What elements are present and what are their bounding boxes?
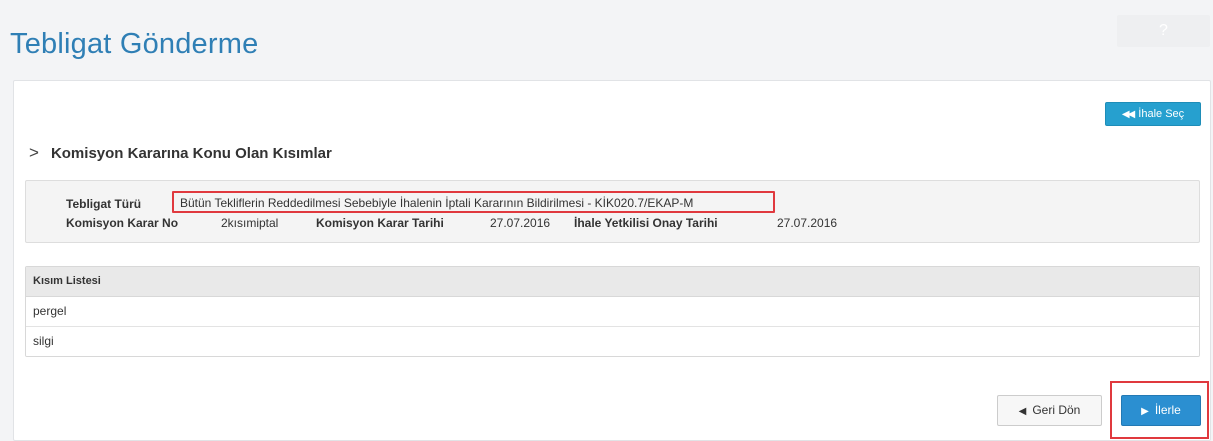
ilerle-label: İlerle [1154, 403, 1181, 417]
geri-don-button[interactable]: ◀ Geri Dön [997, 395, 1102, 426]
kisim-listesi-header: Kısım Listesi [26, 267, 1199, 297]
geri-don-label: Geri Dön [1032, 403, 1081, 417]
onay-tarihi-value: 27.07.2016 [777, 216, 838, 230]
step-backward-icon: ◀ [1018, 406, 1027, 417]
chevron-right-icon: > [29, 143, 39, 162]
table-row[interactable]: pergel [26, 297, 1199, 327]
ilerle-button[interactable]: ▶ İlerle [1121, 395, 1201, 426]
karar-tarihi-value: 27.07.2016 [490, 216, 551, 230]
content-card [13, 80, 1211, 441]
ihale-sec-button[interactable]: ◀◀ İhale Seç [1105, 102, 1201, 126]
kisim-listesi-table: Kısım Listesi pergel silgi [25, 266, 1200, 357]
karar-no-label: Komisyon Karar No [66, 216, 179, 230]
tebligat-turu-label: Tebligat Türü [66, 197, 142, 211]
section-heading[interactable]: > Komisyon Kararına Konu Olan Kısımlar [29, 143, 332, 163]
step-forward-icon: ▶ [1141, 406, 1149, 417]
tebligat-turu-value: Bütün Tekliflerin Reddedilmesi Sebebiyle… [180, 196, 694, 210]
karar-tarihi-label: Komisyon Karar Tarihi [316, 216, 444, 230]
table-row[interactable]: silgi [26, 327, 1199, 356]
onay-tarihi-label: İhale Yetkilisi Onay Tarihi [574, 216, 718, 230]
page-title: Tebligat Gönderme [10, 28, 259, 60]
help-button[interactable]: ? [1117, 15, 1210, 47]
karar-no-value: 2kısımiptal [221, 216, 279, 230]
section-title: Komisyon Kararına Konu Olan Kısımlar [50, 144, 332, 162]
ihale-sec-label: İhale Seç [1138, 108, 1185, 120]
fast-backward-icon: ◀◀ [1121, 109, 1135, 120]
